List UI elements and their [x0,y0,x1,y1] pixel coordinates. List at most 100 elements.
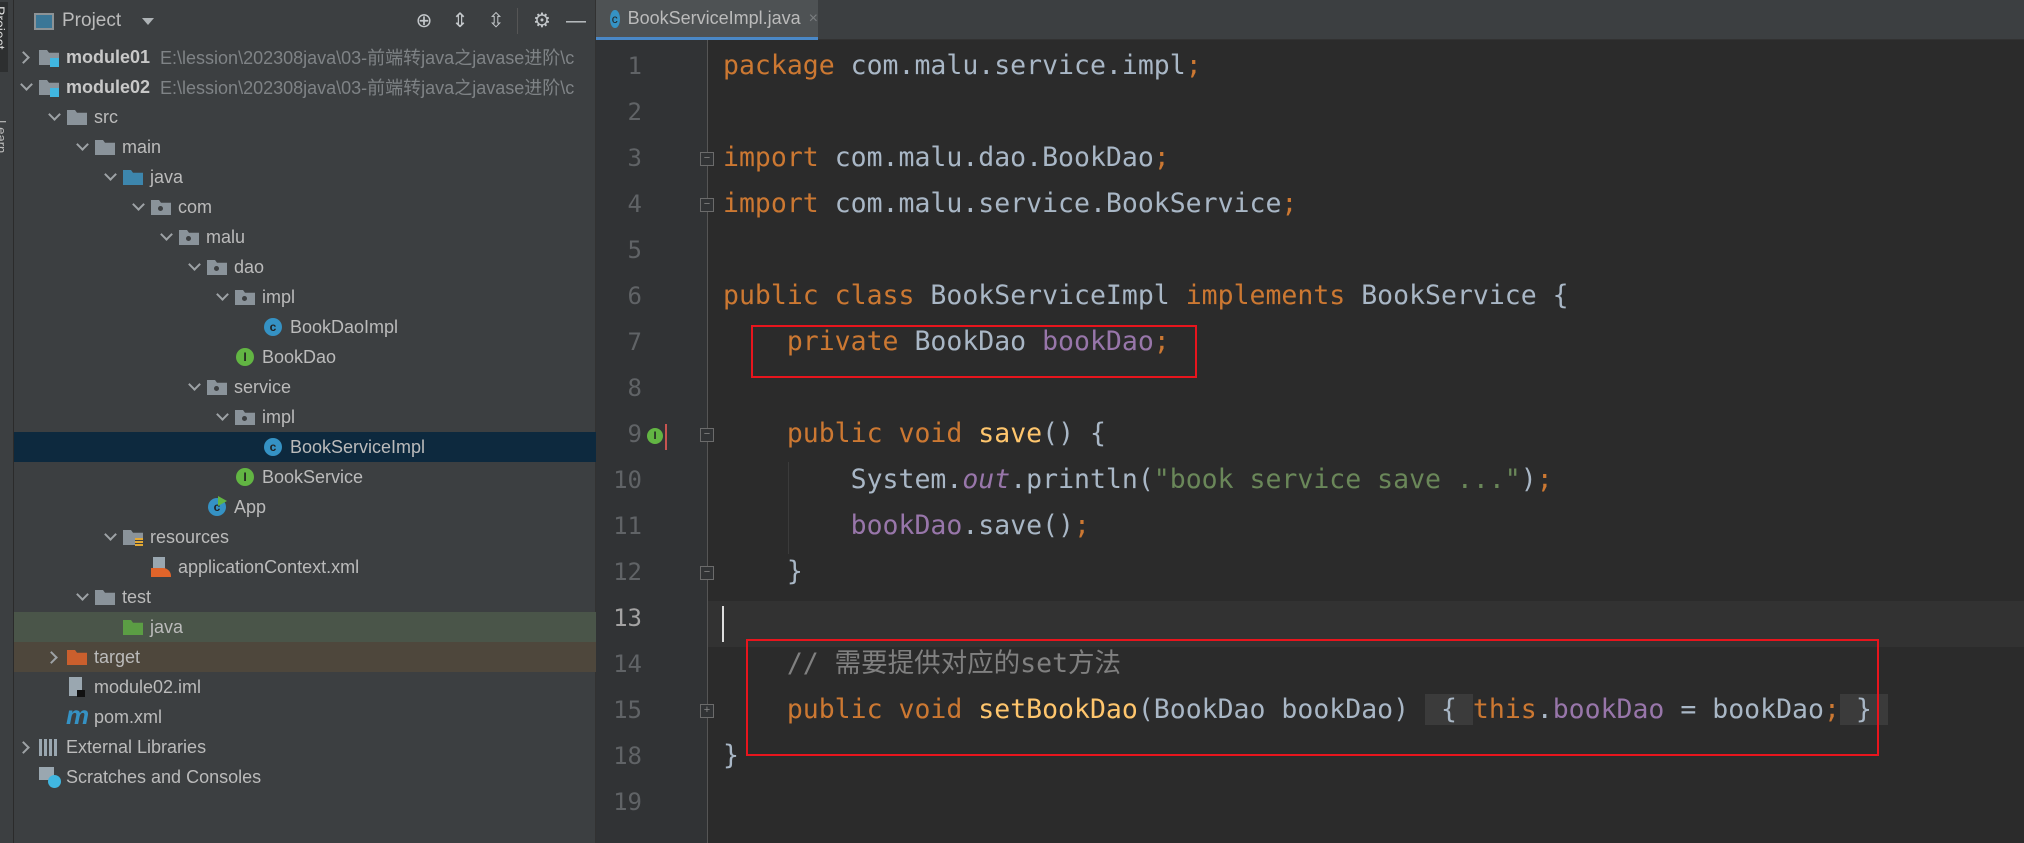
fold-marker-icon[interactable]: − [700,566,714,580]
tree-item[interactable]: impl [14,402,596,432]
chevron-down-icon[interactable] [128,192,150,222]
code-line[interactable]: bookDao.save(); [723,503,1090,549]
tree-item[interactable]: module01 E:\lession\202308java\03-前端转java… [14,42,596,72]
res-icon [122,526,144,548]
chevron-down-icon[interactable] [72,582,94,612]
folder-icon [94,136,116,158]
code-token: public class [723,280,931,311]
close-icon[interactable]: × [809,10,818,28]
tree-item[interactable]: applicationContext.xml [14,552,596,582]
code-line[interactable]: } [723,733,739,779]
chevron-right-icon[interactable] [16,732,38,762]
pkg-icon [178,226,200,248]
line-number: 12 [613,558,642,586]
chevron-down-icon[interactable] [100,162,122,192]
highlight-box-setter [746,639,1879,756]
tree-item[interactable]: impl [14,282,596,312]
tree-item[interactable]: dao [14,252,596,282]
testsrc-icon [122,616,144,638]
code-line[interactable]: package com.malu.service.impl; [723,43,1202,89]
tree-item[interactable]: BookServiceImpl [14,432,596,462]
tab-bookserviceimpl-java[interactable]: c BookServiceImpl.java × [596,0,818,40]
fold-marker-icon[interactable]: − [700,428,714,442]
expand-fold-icon[interactable]: + [700,704,714,718]
chevron-down-icon[interactable] [16,72,38,102]
implements-method-icon[interactable]: I [647,428,663,444]
tree-item-label: External Libraries [66,736,207,757]
code-line[interactable]: import com.malu.service.BookService; [723,181,1297,227]
code-line[interactable]: System.out.println("book service save ..… [723,457,1553,503]
locate-icon[interactable]: ⊕ [412,10,436,32]
code-line[interactable]: } [723,549,803,595]
chevron-right-icon[interactable] [44,642,66,672]
code-token: package [723,50,835,81]
line-number: 2 [627,98,642,126]
tree-item[interactable]: java [14,612,596,642]
tree-item[interactable]: App [14,492,596,522]
chevron-down-icon[interactable] [142,18,154,25]
line-number: 10 [613,466,642,494]
tree-item[interactable]: pom.xml [14,702,596,732]
chevron-down-icon[interactable] [212,282,234,312]
tree-item[interactable]: malu [14,222,596,252]
chevron-right-icon[interactable] [16,42,38,72]
fold-marker-icon[interactable]: − [700,152,714,166]
tree-item[interactable]: Scratches and Consoles [14,762,596,792]
toolbar-divider [517,8,518,34]
tree-item[interactable]: java [14,162,596,192]
tree-item[interactable]: module02 E:\lession\202308java\03-前端转java… [14,72,596,102]
tree-item[interactable]: BookDao [14,342,596,372]
learn-tool-tab[interactable]: Learn [0,120,9,153]
minimize-icon[interactable]: — [564,10,588,32]
fold-marker-icon[interactable]: − [700,198,714,212]
code-line[interactable]: public class BookServiceImpl implements … [723,273,1569,319]
tree-item-label: resources [150,526,230,547]
chevron-down-icon[interactable] [100,522,122,552]
go-to-super-arrow-icon[interactable] [665,424,667,450]
tree-item[interactable]: module02.iml [14,672,596,702]
project-tool-tab[interactable]: Project [0,2,8,72]
chevron-down-icon[interactable] [212,402,234,432]
iml-icon [66,676,88,698]
code-token: implements [1185,280,1362,311]
code-token: ; [1281,188,1298,219]
project-view-selector[interactable]: Project [62,10,121,32]
tree-item-label: dao [234,256,265,277]
code-token: save [978,418,1043,449]
chevron-down-icon[interactable] [184,252,206,282]
chevron-down-icon[interactable] [184,372,206,402]
tree-item-label: service [234,376,292,397]
chevron-down-icon[interactable] [72,132,94,162]
code-token: out [962,464,1011,495]
tree-item-label: module02 [66,76,151,97]
tree-item-label: test [122,586,152,607]
cls-icon [262,436,284,458]
tree-item[interactable]: External Libraries [14,732,596,762]
intf-icon [234,346,256,368]
tree-item[interactable]: src [14,102,596,132]
expand-all-icon[interactable]: ⇕ [448,10,472,32]
tree-item[interactable]: main [14,132,596,162]
tree-item[interactable]: service [14,372,596,402]
gear-icon[interactable]: ⚙ [530,10,554,32]
chevron-down-icon[interactable] [44,102,66,132]
chevron-down-icon[interactable] [156,222,178,252]
code-line[interactable]: public void save() { [723,411,1106,457]
tree-item[interactable]: resources [14,522,596,552]
tree-item-label: src [94,106,118,127]
tree-item[interactable]: BookService [14,462,596,492]
module-icon [38,76,60,98]
code-line[interactable]: import com.malu.dao.BookDao; [723,135,1170,181]
scratch-icon [38,766,61,788]
pkg-icon [206,376,228,398]
tree-item[interactable]: test [14,582,596,612]
collapse-all-icon[interactable]: ⇳ [484,10,508,32]
tree-item[interactable]: BookDaoImpl [14,312,596,342]
code-token: ; [1074,510,1090,541]
tree-item[interactable]: com [14,192,596,222]
tree-item[interactable]: target [14,642,596,672]
project-icon [34,13,54,30]
